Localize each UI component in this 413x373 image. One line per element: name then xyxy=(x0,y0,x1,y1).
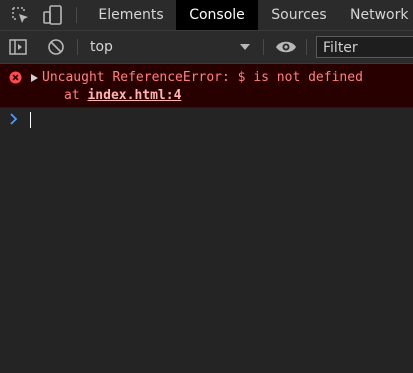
clear-console-icon[interactable] xyxy=(45,36,67,58)
filter-field[interactable] xyxy=(316,36,413,58)
console-error-message: Uncaught ReferenceError: $ is not define… xyxy=(0,64,413,108)
tab-elements[interactable]: Elements xyxy=(92,0,170,30)
text-cursor xyxy=(30,112,31,128)
toolbar-divider xyxy=(263,39,264,55)
live-expression-eye-icon[interactable] xyxy=(274,37,298,57)
device-toolbar-icon[interactable] xyxy=(40,3,66,27)
context-select-value[interactable]: top xyxy=(90,31,113,63)
inspect-element-icon[interactable] xyxy=(8,3,32,27)
sidebar-toggle-icon[interactable] xyxy=(7,36,29,58)
error-stack-line: at index.html:4 xyxy=(64,88,181,103)
tab-network[interactable]: Network xyxy=(350,0,413,30)
toolbar-divider xyxy=(77,39,78,55)
toolbar-divider xyxy=(306,39,307,55)
tab-console[interactable]: Console xyxy=(176,0,258,30)
prompt-chevron-icon xyxy=(9,112,19,126)
chevron-down-icon[interactable] xyxy=(238,41,252,53)
tabbar-divider xyxy=(76,7,77,23)
tab-sources[interactable]: Sources xyxy=(262,0,336,30)
expand-triangle-icon[interactable] xyxy=(30,73,39,83)
console-toolbar: top xyxy=(0,31,413,64)
filter-input[interactable] xyxy=(317,38,413,58)
console-prompt[interactable] xyxy=(0,109,413,131)
stack-at-prefix: at xyxy=(64,88,80,103)
devtools-tabbar: Elements Console Sources Network xyxy=(0,0,413,31)
error-icon xyxy=(8,70,22,84)
source-location-link[interactable]: index.html:4 xyxy=(87,88,181,103)
error-message-text: Uncaught ReferenceError: $ is not define… xyxy=(42,70,363,85)
